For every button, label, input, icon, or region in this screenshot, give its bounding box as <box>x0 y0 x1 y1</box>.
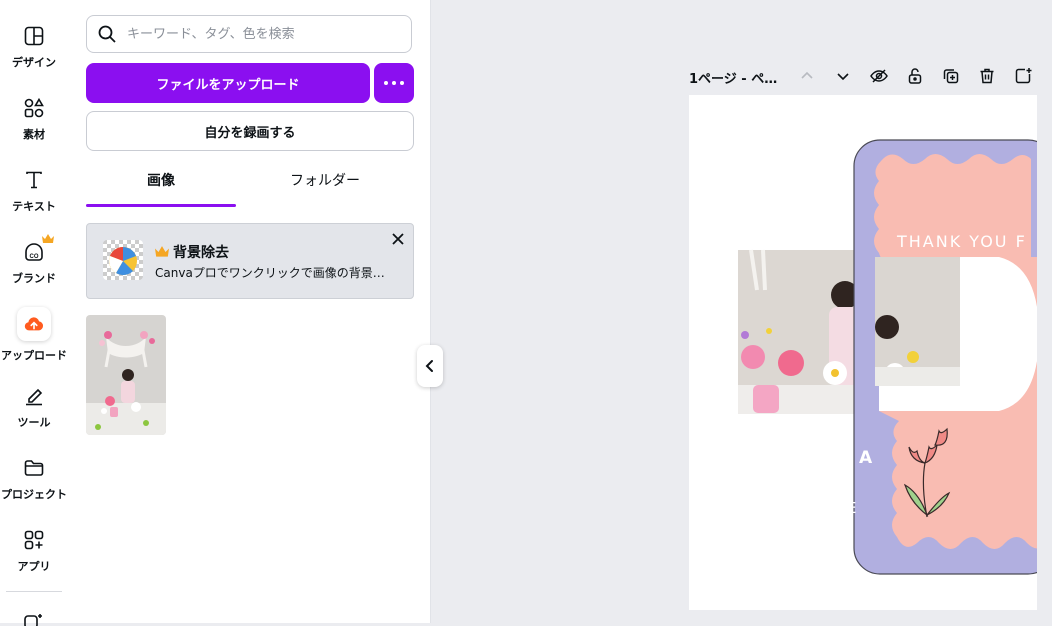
rail-item-uploads[interactable]: アップロード <box>0 304 68 368</box>
rail-item-tools[interactable]: ツール <box>0 376 68 440</box>
rail-item-label: プロジェクト <box>1 488 67 501</box>
rail-item-text[interactable]: テキスト <box>0 160 68 224</box>
uploaded-image-thumbnail[interactable] <box>86 315 166 435</box>
tab-label: 画像 <box>147 173 175 189</box>
eye-off-icon <box>870 69 888 83</box>
rail-item-label: ブランド <box>12 272 56 285</box>
more-dots-icon <box>384 81 388 85</box>
card-text-fragment[interactable]: A <box>859 448 873 468</box>
move-page-down-button[interactable] <box>833 66 853 86</box>
add-page-icon <box>1015 68 1032 84</box>
active-tab-indicator <box>86 204 236 207</box>
duplicate-page-button[interactable] <box>941 66 961 86</box>
close-icon[interactable] <box>391 232 405 246</box>
tab-folders[interactable]: フォルダー <box>250 170 400 206</box>
layout-icon <box>22 24 46 48</box>
rail-item-label: テキスト <box>12 200 56 213</box>
thank-you-card[interactable] <box>853 139 1037 575</box>
duplicate-icon <box>943 69 959 84</box>
rail-item-brand[interactable]: CO ブランド <box>0 232 68 296</box>
upload-cloud-icon <box>17 307 51 341</box>
rail-item-label: 素材 <box>23 128 45 141</box>
chevron-down-icon <box>837 73 849 81</box>
tab-images[interactable]: 画像 <box>86 170 236 206</box>
chevron-left-icon <box>425 360 433 372</box>
rail-item-apps[interactable]: アプリ <box>0 520 68 584</box>
card-heading-text[interactable]: THANK YOU F <box>896 232 1027 251</box>
rail-item-label: デザイン <box>12 56 56 69</box>
background-remover-promo[interactable]: 背景除去 Canvaプロでワンクリックで画像の背景を… <box>86 223 414 299</box>
left-rail: デザイン 素材 テキスト CO ブランド アップロード ツール プロジェクト ア… <box>0 0 70 626</box>
trash-icon <box>980 68 994 84</box>
crown-icon <box>155 246 169 257</box>
rail-item-label: アップロード <box>1 349 67 362</box>
rail-item-elements[interactable]: 素材 <box>0 88 68 152</box>
apps-icon <box>22 528 46 552</box>
svg-text:CO: CO <box>30 254 39 260</box>
pen-tool-icon <box>22 384 46 408</box>
magic-icon[interactable] <box>22 612 44 626</box>
upload-files-button[interactable]: ファイルをアップロード <box>86 63 370 103</box>
page-title[interactable]: 1ページ - ペ… <box>689 68 781 87</box>
beach-ball-image <box>103 240 143 280</box>
promo-description: Canvaプロでワンクリックで画像の背景を… <box>155 266 395 280</box>
design-page[interactable]: THANK YOU F A E <box>689 95 1037 610</box>
move-page-up-button[interactable] <box>797 66 817 86</box>
promo-title-text: 背景除去 <box>173 245 229 261</box>
tab-label: フォルダー <box>290 173 360 189</box>
rail-item-projects[interactable]: プロジェクト <box>0 448 68 512</box>
collapse-panel-button[interactable] <box>417 345 443 387</box>
card-text-fragment[interactable]: E <box>847 499 856 517</box>
record-yourself-button[interactable]: 自分を録画する <box>86 111 414 151</box>
rail-item-label: ツール <box>17 416 51 429</box>
folder-icon <box>22 456 46 480</box>
rail-divider <box>6 591 62 592</box>
unlock-icon <box>908 68 922 84</box>
search-box <box>86 15 412 53</box>
chevron-up-icon <box>801 71 813 79</box>
more-options-button[interactable] <box>374 63 414 103</box>
text-icon <box>22 168 46 192</box>
search-icon <box>98 25 116 43</box>
add-page-button[interactable] <box>1013 66 1033 86</box>
hide-page-button[interactable] <box>869 66 889 86</box>
shapes-icon <box>22 96 46 120</box>
lock-page-button[interactable] <box>905 66 925 86</box>
rail-item-label: アプリ <box>17 560 51 573</box>
rail-item-design[interactable]: デザイン <box>0 16 68 80</box>
delete-page-button[interactable] <box>977 66 997 86</box>
crown-icon <box>42 234 54 243</box>
uploads-panel: ファイルをアップロード 自分を録画する 画像 フォルダー 背景除去 Canvaプ… <box>70 0 431 623</box>
search-input[interactable] <box>125 25 399 43</box>
promo-title: 背景除去 <box>155 242 229 262</box>
